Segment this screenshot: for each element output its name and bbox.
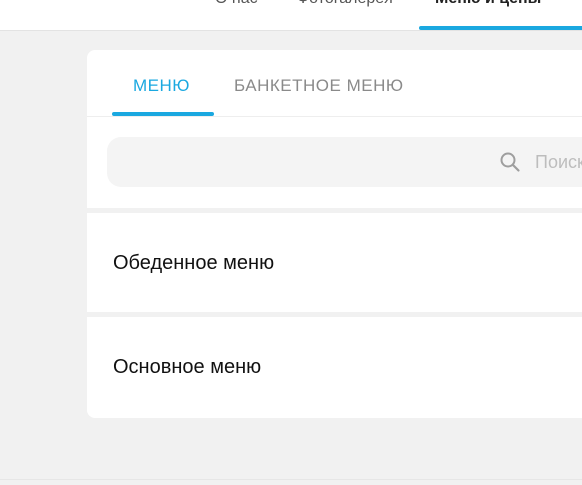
search-icon[interactable]: [499, 151, 521, 173]
tab-menu[interactable]: МЕНЮ: [133, 76, 190, 96]
menu-item-main[interactable]: Основное меню: [87, 317, 582, 413]
nav-item-about[interactable]: О нас: [215, 0, 258, 9]
menu-item-label: Основное меню: [113, 356, 262, 378]
nav-active-indicator: [419, 26, 582, 30]
menu-tabs: МЕНЮ БАНКЕТНОЕ МЕНЮ: [87, 50, 582, 117]
menu-item-lunch[interactable]: Обеденное меню: [87, 213, 582, 309]
tab-banquet-menu[interactable]: БАНКЕТНОЕ МЕНЮ: [234, 76, 404, 96]
search-bar[interactable]: [107, 137, 582, 187]
search-input[interactable]: [535, 137, 582, 187]
menu-card: МЕНЮ БАНКЕТНОЕ МЕНЮ Обеденное меню Основ…: [87, 50, 582, 418]
footer-divider: [0, 479, 582, 480]
top-navigation: О нас Фотогалерея Меню и цены: [0, 0, 582, 31]
menu-item-label: Обеденное меню: [113, 252, 275, 274]
nav-item-menu-prices[interactable]: Меню и цены: [435, 0, 541, 9]
tab-active-indicator: [112, 112, 214, 116]
nav-item-gallery[interactable]: Фотогалерея: [297, 0, 393, 9]
